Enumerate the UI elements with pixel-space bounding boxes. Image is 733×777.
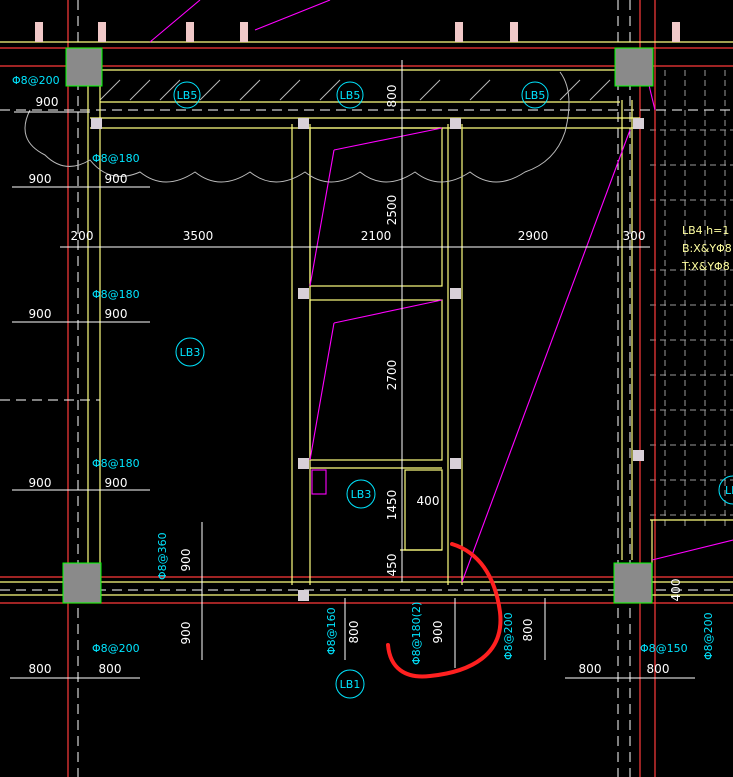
slab-label-lb5-b: LB5: [336, 81, 364, 109]
rebar-far-dim2: 800: [647, 662, 670, 676]
dim-400: 400: [417, 494, 440, 508]
rebar-right-dim: 800: [521, 619, 535, 642]
dim-2900: 2900: [518, 229, 549, 243]
rebar-far-dim1: 800: [579, 662, 602, 676]
rebar-top-dim: 900: [36, 95, 59, 109]
rebar-bot-dim2: 800: [99, 662, 122, 676]
rebar-mid-dim: 800: [347, 621, 361, 644]
slab-label-lb3-a: LB3: [175, 337, 205, 367]
svg-text:LB: LB: [725, 484, 733, 497]
svg-text:LB5: LB5: [340, 89, 361, 102]
joint-markers: [91, 118, 644, 601]
rebar-vert-spec: Φ8@360: [156, 532, 169, 580]
rebar-r2-spec: Φ8@180: [92, 288, 140, 301]
slab-label-lb1: LB1: [335, 669, 365, 699]
revision-cloud: [24, 71, 570, 183]
cad-drawing-canvas[interactable]: 200 3500 2100 2900 300 800 2500 2700 145…: [0, 0, 733, 777]
dim-3500: 3500: [183, 229, 214, 243]
rebar-mid-spec: Φ8@160: [325, 607, 338, 655]
slab-label-lb5-c: LB5: [521, 81, 549, 109]
rebar-r1-dim2: 900: [105, 172, 128, 186]
hatch-grid-right: [650, 70, 733, 530]
dim-2500: 2500: [385, 195, 399, 226]
axis-lines-red: [0, 0, 733, 777]
dim-450: 450: [385, 554, 399, 577]
red-markup-curve: [386, 542, 503, 679]
rebar-bot-spec: Φ8@200: [92, 642, 140, 655]
slab-label-lb3-b: LB3: [346, 479, 376, 509]
rebar-r3-spec: Φ8@180: [92, 457, 140, 470]
rebar-edge-spec: Φ8@200: [702, 612, 715, 660]
dim-1450: 1450: [385, 490, 399, 521]
rebar-far-spec: Φ8@150: [640, 642, 688, 655]
dim-200: 200: [71, 229, 94, 243]
rebar-circled-dim: 900: [431, 621, 445, 644]
rebar-vert-dim: 900: [179, 549, 193, 572]
note-line-2: B:X&YΦ8: [682, 242, 732, 255]
rebar-edge-dim: 400: [669, 579, 683, 602]
svg-text:LB5: LB5: [525, 89, 546, 102]
rebar-r2-dim1: 900: [29, 307, 52, 321]
rebar-r3-dim1: 900: [29, 476, 52, 490]
rebar-bot-dim1: 800: [29, 662, 52, 676]
dim-300: 300: [623, 229, 646, 243]
dim-2700: 2700: [385, 360, 399, 391]
rebar-top-spec: Φ8@200: [12, 74, 60, 87]
rebar-r2-dim2: 900: [105, 307, 128, 321]
dim-2100: 2100: [361, 229, 392, 243]
gridlines-dashed: [0, 0, 733, 777]
rebar-r3-dim2: 900: [105, 476, 128, 490]
rebar-circled-spec: Φ8@180(2): [410, 602, 423, 665]
svg-text:LB3: LB3: [180, 346, 201, 359]
svg-text:LB3: LB3: [351, 488, 372, 501]
rebar-r1-spec: Φ8@180: [92, 152, 140, 165]
note-line-3: T:X&YΦ8: [681, 260, 730, 273]
top-columns: [35, 22, 680, 42]
svg-text:LB5: LB5: [177, 89, 198, 102]
rebar-right-spec: Φ8@200: [502, 612, 515, 660]
note-line-1: LB4 h=1: [682, 224, 729, 237]
slab-label-lb5-a: LB5: [173, 81, 201, 109]
columns: [62, 47, 654, 604]
rebar-r1-dim1: 900: [29, 172, 52, 186]
rebar-bot-vert-dim: 900: [179, 622, 193, 645]
svg-text:LB1: LB1: [340, 678, 361, 691]
walls: [0, 41, 733, 600]
dim-800-vertical: 800: [385, 85, 399, 108]
